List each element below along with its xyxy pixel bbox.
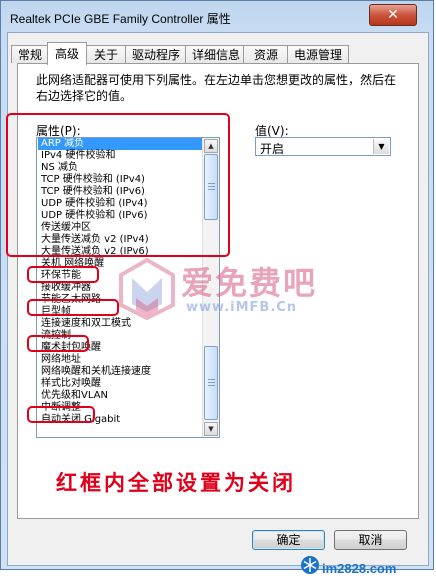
cancel-button[interactable]: 取消 [334,530,407,550]
property-list-item[interactable]: 优先级和VLAN [38,390,202,402]
description-text: 此网络适配器可使用下列属性。在左边单击您想更改的属性，然后在右边选择它的值。 [36,73,397,103]
footer-site: im2828.com [322,561,397,576]
window-title: Realtek PCIe GBE Family Controller 属性 [10,12,231,26]
value-dropdown-selected: 开启 [260,142,285,156]
tab-power-management[interactable]: 电源管理 [287,45,349,63]
tab-details[interactable]: 详细信息 [185,45,245,63]
watermark-logo-icon [119,258,175,320]
scrollbar-thumb-lower[interactable] [204,346,218,420]
chevron-down-icon[interactable]: ▼ [373,139,389,154]
annotation-box-green-ethernet [27,266,99,283]
tab-advanced[interactable]: 高级 [47,42,87,65]
tab-general[interactable]: 常规 [11,45,49,63]
watermark-url: www.iMFB.Cn [186,300,298,315]
ok-button[interactable]: 确定 [252,530,325,550]
watermark: 爱免费吧 www.iMFB.Cn [118,258,378,328]
property-list-item[interactable]: 网络地址 [38,354,202,366]
watermark-text: 爱免费吧 [181,264,318,302]
tab-driver[interactable]: 驱动程序 [125,45,187,63]
property-list-item[interactable]: 网络唤醒和关机连接速度 [38,366,202,378]
snowflake-logo-icon [301,556,319,574]
annotation-box-energy-efficient-ethernet [27,299,119,316]
value-dropdown[interactable]: 开启 ▼ [255,137,391,156]
tab-resources[interactable]: 资源 [243,45,289,63]
tab-about[interactable]: 关于 [85,45,127,63]
scroll-down-arrow-icon[interactable]: ▼ [204,422,218,436]
annotation-caption: 红框内全部设置为关闭 [56,471,296,495]
annotation-box-flow-control [27,335,89,352]
annotation-box-offload-group [6,113,230,257]
close-icon: ✕ [387,7,399,23]
property-list-item[interactable]: 样式比对唤醒 [38,378,202,390]
annotation-box-interrupt-moderation [27,406,95,423]
close-button[interactable]: ✕ [369,4,417,26]
